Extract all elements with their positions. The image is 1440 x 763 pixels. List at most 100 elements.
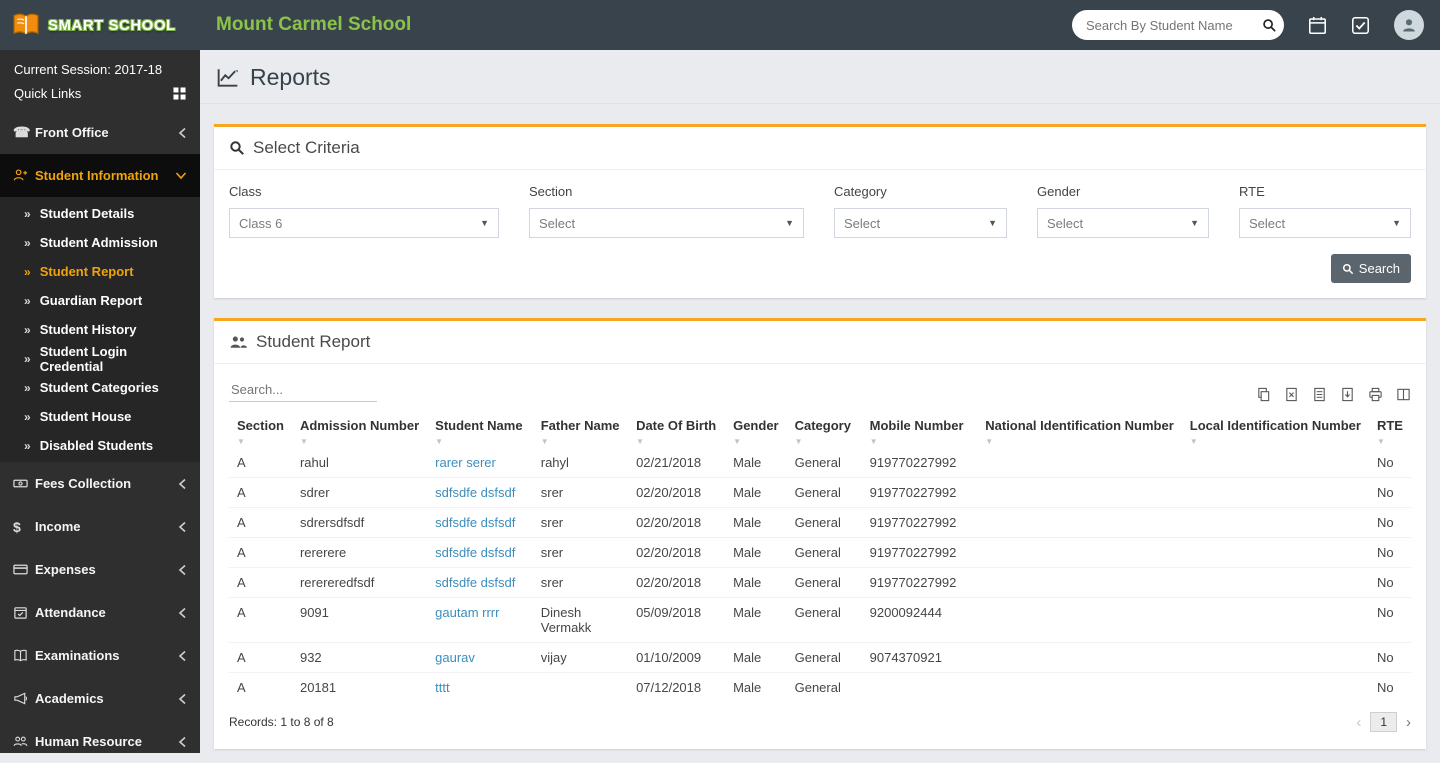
- section-select[interactable]: Select ▼: [529, 208, 804, 238]
- pagination-prev[interactable]: ‹: [1356, 714, 1361, 731]
- student-name-link[interactable]: gautam rrrr: [435, 605, 499, 620]
- search-button[interactable]: Search: [1331, 254, 1411, 283]
- csv-icon[interactable]: [1312, 387, 1327, 402]
- sidebar-item-examinations[interactable]: Examinations: [0, 634, 200, 677]
- student-name-link[interactable]: gaurav: [435, 650, 475, 665]
- menu-label: Examinations: [35, 648, 178, 663]
- student-name-link[interactable]: sdfsdfe dsfsdf: [435, 545, 515, 560]
- pagination-page-1[interactable]: 1: [1370, 712, 1397, 732]
- column-label: Gender: [733, 418, 779, 434]
- cell-gender: Male: [725, 568, 787, 598]
- double-arrow-icon: »: [24, 207, 31, 221]
- report-table-body: Arahulrarer sererrahyl02/21/2018MaleGene…: [229, 448, 1411, 702]
- sidebar-item-human-resource[interactable]: Human Resource: [0, 720, 200, 763]
- chevron-left-icon: [178, 736, 187, 748]
- sort-caret-icon: ▼: [985, 437, 1174, 446]
- student-name-link[interactable]: sdfsdfe dsfsdf: [435, 515, 515, 530]
- sidebar-item-student-details[interactable]: »Student Details: [0, 199, 200, 228]
- student-report-title: Student Report: [256, 332, 370, 352]
- cell-gender: Male: [725, 448, 787, 478]
- chevron-left-icon: [178, 564, 187, 576]
- tasks-icon[interactable]: [1351, 16, 1370, 35]
- student-name-link[interactable]: tttt: [435, 680, 449, 695]
- sidebar-item-student-categories[interactable]: »Student Categories: [0, 373, 200, 402]
- quick-links-label: Quick Links: [14, 86, 81, 101]
- student-information-submenu: »Student Details »Student Admission »Stu…: [0, 197, 200, 462]
- sidebar-item-student-report[interactable]: »Student Report: [0, 257, 200, 286]
- sidebar-item-academics[interactable]: Academics: [0, 677, 200, 720]
- double-arrow-icon: »: [24, 439, 31, 453]
- submenu-label: Student History: [40, 322, 137, 337]
- cell-date-of-birth: 02/20/2018: [628, 568, 725, 598]
- column-header-category[interactable]: Category▼: [787, 412, 862, 448]
- sidebar-item-guardian-report[interactable]: »Guardian Report: [0, 286, 200, 315]
- double-arrow-icon: »: [24, 352, 31, 366]
- sidebar-item-attendance[interactable]: Attendance: [0, 591, 200, 634]
- column-header-date-of-birth[interactable]: Date Of Birth▼: [628, 412, 725, 448]
- submenu-label: Student Admission: [40, 235, 158, 250]
- app-logo[interactable]: SMART SCHOOL: [0, 0, 200, 50]
- cell-national-identification-number: [977, 598, 1182, 643]
- table-search-input[interactable]: [229, 378, 377, 402]
- sidebar-item-student-admission[interactable]: »Student Admission: [0, 228, 200, 257]
- sidebar-item-front-office[interactable]: ☎ Front Office: [0, 111, 200, 154]
- column-header-admission-number[interactable]: Admission Number▼: [292, 412, 427, 448]
- class-field: Class Class 6 ▼: [229, 184, 499, 238]
- grid-icon[interactable]: [173, 87, 186, 100]
- column-header-gender[interactable]: Gender▼: [725, 412, 787, 448]
- cell-gender: Male: [725, 598, 787, 643]
- calendar-icon[interactable]: [1308, 16, 1327, 35]
- column-label: Category: [795, 418, 854, 434]
- cell-mobile-number: 919770227992: [862, 478, 978, 508]
- student-search-input[interactable]: [1086, 18, 1262, 33]
- cell-admission-number: 932: [292, 643, 427, 673]
- column-header-national-identification-number[interactable]: National Identification Number▼: [977, 412, 1182, 448]
- sidebar-item-student-information[interactable]: Student Information: [0, 154, 200, 197]
- sidebar-item-student-house[interactable]: »Student House: [0, 402, 200, 431]
- calendar-check-icon: [13, 605, 35, 620]
- cell-category: General: [787, 448, 862, 478]
- sidebar-item-expenses[interactable]: Expenses: [0, 548, 200, 591]
- print-icon[interactable]: [1368, 387, 1383, 402]
- phone-icon: ☎: [13, 124, 35, 141]
- student-name-link[interactable]: rarer serer: [435, 455, 496, 470]
- cell-category: General: [787, 643, 862, 673]
- category-select[interactable]: Select ▼: [834, 208, 1007, 238]
- sidebar-item-disabled-students[interactable]: »Disabled Students: [0, 431, 200, 460]
- select-criteria-header: Select Criteria: [214, 127, 1426, 170]
- columns-icon[interactable]: [1396, 387, 1411, 402]
- column-header-section[interactable]: Section▼: [229, 412, 292, 448]
- column-header-local-identification-number[interactable]: Local Identification Number▼: [1182, 412, 1369, 448]
- excel-icon[interactable]: [1284, 387, 1299, 402]
- user-avatar[interactable]: [1394, 10, 1424, 40]
- cell-category: General: [787, 598, 862, 643]
- sidebar-item-fees-collection[interactable]: Fees Collection: [0, 462, 200, 505]
- table-row: A20181tttt07/12/2018MaleGeneralNo: [229, 673, 1411, 703]
- copy-icon[interactable]: [1256, 387, 1271, 402]
- column-header-mobile-number[interactable]: Mobile Number▼: [862, 412, 978, 448]
- chevron-down-icon: [175, 171, 187, 180]
- column-header-student-name[interactable]: Student Name▼: [427, 412, 533, 448]
- student-name-link[interactable]: sdfsdfe dsfsdf: [435, 485, 515, 500]
- quick-links[interactable]: Quick Links: [0, 79, 200, 111]
- sidebar-item-student-history[interactable]: »Student History: [0, 315, 200, 344]
- gender-select[interactable]: Select ▼: [1037, 208, 1209, 238]
- rte-select[interactable]: Select ▼: [1239, 208, 1411, 238]
- select-criteria-title: Select Criteria: [253, 138, 360, 158]
- column-header-father-name[interactable]: Father Name▼: [533, 412, 628, 448]
- sidebar-item-income[interactable]: $ Income: [0, 505, 200, 548]
- category-label: Category: [834, 184, 1007, 199]
- student-name-link[interactable]: sdfsdfe dsfsdf: [435, 575, 515, 590]
- column-label: Section: [237, 418, 284, 434]
- select-criteria-card: Select Criteria Class Class 6 ▼ Section …: [214, 124, 1426, 298]
- gender-field: Gender Select ▼: [1037, 184, 1209, 238]
- class-select[interactable]: Class 6 ▼: [229, 208, 499, 238]
- sidebar-item-student-login-credential[interactable]: »Student Login Credential: [0, 344, 200, 373]
- column-header-rte[interactable]: RTE▼: [1369, 412, 1411, 448]
- pagination: ‹ 1 ›: [1356, 712, 1411, 732]
- search-icon[interactable]: [1262, 18, 1277, 33]
- people-icon: [229, 334, 248, 350]
- pagination-next[interactable]: ›: [1406, 714, 1411, 731]
- report-table-head-row: Section▼Admission Number▼Student Name▼Fa…: [229, 412, 1411, 448]
- pdf-icon[interactable]: [1340, 387, 1355, 402]
